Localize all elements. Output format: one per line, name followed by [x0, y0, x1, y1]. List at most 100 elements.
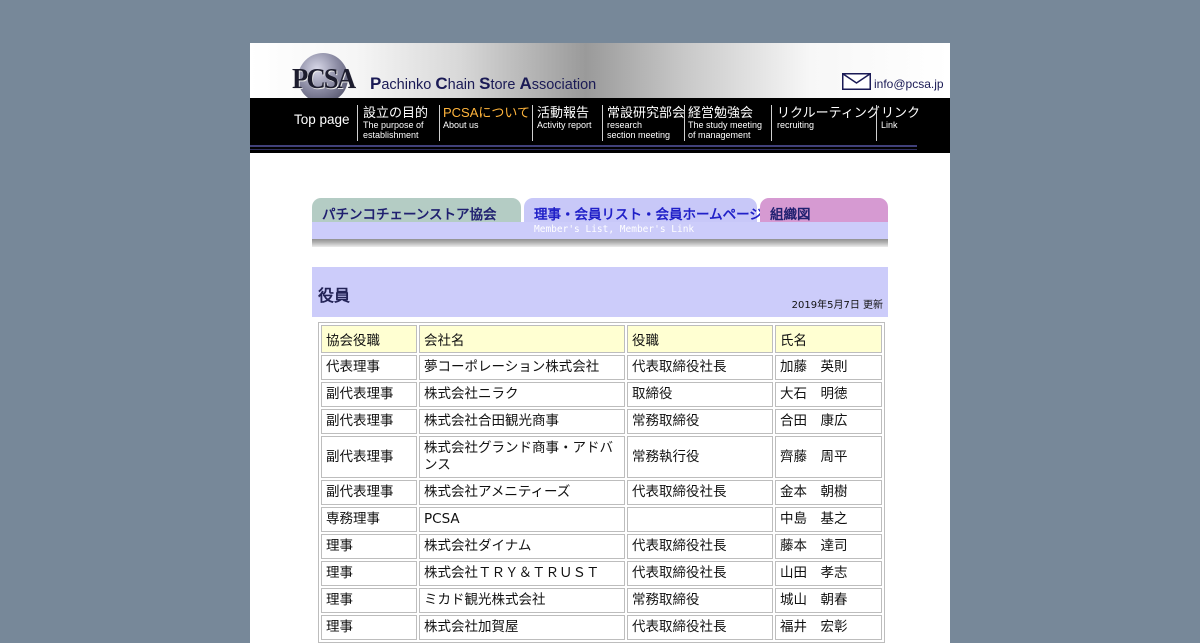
nav-rule — [250, 145, 917, 147]
table-row: 副代表理事 株式会社ニラク 取締役 大石 明徳 — [321, 382, 882, 407]
table-cell: 代表取締役社長 — [627, 480, 773, 505]
table-cell: 加藤 英則 — [775, 355, 882, 380]
table-cell: 合田 康広 — [775, 409, 882, 434]
pcsa-logo[interactable]: PCSA — [292, 53, 356, 103]
tab-shadow-bar — [312, 239, 888, 247]
table-row: 副代表理事 株式会社合田観光商事 常務取締役 合田 康広 — [321, 409, 882, 434]
table-cell: 株式会社ニラク — [419, 382, 625, 407]
section-title: 役員 — [318, 286, 351, 305]
organization-name: Pachinko Chain Store Association — [370, 74, 596, 94]
table-cell: 中島 基之 — [775, 507, 882, 532]
org-name-part: achinko — [381, 77, 436, 93]
table-row: 理事 株式会社ＴＲＹ＆ＴＲＵＳＴ 代表取締役社長 山田 孝志 — [321, 561, 882, 586]
table-cell: 常務取締役 — [627, 409, 773, 434]
section-header: 役員 2019年5月7日 更新 — [312, 267, 888, 317]
table-row: 理事 株式会社ダイナム 代表取締役社長 藤本 達司 — [321, 534, 882, 559]
logo-text: PCSA — [292, 63, 356, 95]
table-header-row: 協会役職 会社名 役職 氏名 — [321, 325, 882, 353]
table-cell: 専務理事 — [321, 507, 417, 532]
nav-divider — [439, 105, 440, 141]
nav-item-purpose[interactable]: 設立の目的 The purpose of establishment — [363, 105, 428, 141]
nav-item-link[interactable]: リンク Link — [881, 105, 920, 141]
table-cell: 副代表理事 — [321, 382, 417, 407]
table-cell: 株式会社合田観光商事 — [419, 409, 625, 434]
nav-top-page[interactable]: Top page — [294, 112, 350, 127]
tab-bar: パチンコチェーンストア協会 理事・会員リスト・会員ホームページ 組織図 Memb… — [312, 198, 888, 250]
table-cell: 取締役 — [627, 382, 773, 407]
org-name-part: hain — [447, 77, 480, 93]
column-header: 役職 — [627, 325, 773, 353]
nav-item-about[interactable]: PCSAについて About us — [443, 105, 530, 141]
table-row: 代表理事 夢コーポレーション株式会社 代表取締役社長 加藤 英則 — [321, 355, 882, 380]
nav-item-sublabel: The study meeting — [688, 120, 763, 130]
table-cell: 城山 朝春 — [775, 588, 882, 613]
table-cell: 副代表理事 — [321, 436, 417, 478]
nav-rule — [250, 149, 917, 150]
table-cell: 副代表理事 — [321, 480, 417, 505]
table-cell: 理事 — [321, 561, 417, 586]
org-name-initial: A — [519, 74, 532, 93]
main-nav: Top page 設立の目的 The purpose of establishm… — [250, 98, 950, 153]
tab-member-list[interactable]: 理事・会員リスト・会員ホームページ — [524, 198, 763, 222]
org-name-part: ssociation — [531, 77, 597, 93]
tab-association[interactable]: パチンコチェーンストア協会 — [312, 198, 521, 222]
email-link[interactable]: info@pcsa.jp — [874, 77, 944, 91]
table-cell: 理事 — [321, 534, 417, 559]
column-header: 協会役職 — [321, 325, 417, 353]
table-cell: 株式会社ダイナム — [419, 534, 625, 559]
table-cell: 金本 朝樹 — [775, 480, 882, 505]
nav-item-sublabel: About us — [443, 120, 479, 130]
table-cell: 代表取締役社長 — [627, 534, 773, 559]
table-cell: 代表理事 — [321, 355, 417, 380]
table-cell: 株式会社アメニティーズ — [419, 480, 625, 505]
nav-item-sublabel: Activity report — [537, 120, 592, 130]
nav-item-label: PCSAについて — [443, 105, 531, 120]
nav-divider — [684, 105, 685, 141]
column-header: 会社名 — [419, 325, 625, 353]
tab-subtitle: Member's List, Member's Link — [534, 224, 695, 235]
table-cell — [627, 507, 773, 532]
table-cell: 常務取締役 — [627, 588, 773, 613]
org-name-initial: P — [370, 74, 382, 93]
table-cell: PCSA — [419, 507, 625, 532]
header-banner: PCSA Pachinko Chain Store Association in… — [250, 43, 950, 103]
nav-item-sublabel: establishment — [363, 130, 419, 140]
nav-item-research[interactable]: 常設研究部会 research section meeting — [607, 105, 685, 141]
table-cell: 福井 宏彰 — [775, 615, 882, 640]
column-header: 氏名 — [775, 325, 882, 353]
table-row: 理事 ミカド観光株式会社 常務取締役 城山 朝春 — [321, 588, 882, 613]
table-cell: 齊藤 周平 — [775, 436, 882, 478]
table-row: 副代表理事 株式会社グランド商事・アドバンス 常務執行役 齊藤 周平 — [321, 436, 882, 478]
tab-org-chart[interactable]: 組織図 — [760, 198, 888, 222]
table-cell: 代表取締役社長 — [627, 561, 773, 586]
table-cell: 副代表理事 — [321, 409, 417, 434]
nav-item-recruiting[interactable]: リクルーティング recruiting — [777, 105, 880, 141]
nav-divider — [876, 105, 877, 141]
table-cell: 理事 — [321, 615, 417, 640]
table-cell: 常務執行役 — [627, 436, 773, 478]
nav-item-sublabel: The purpose of — [363, 120, 424, 130]
table-cell: 代表取締役社長 — [627, 615, 773, 640]
table-row: 副代表理事 株式会社アメニティーズ 代表取締役社長 金本 朝樹 — [321, 480, 882, 505]
envelope-icon[interactable] — [842, 73, 871, 90]
table-body: 代表理事 夢コーポレーション株式会社 代表取締役社長 加藤 英則 副代表理事 株式会社ニラ… — [321, 355, 882, 640]
table-cell: 株式会社加賀屋 — [419, 615, 625, 640]
nav-divider — [771, 105, 772, 141]
updated-date: 2019年5月7日 更新 — [791, 300, 883, 311]
table-cell: 株式会社グランド商事・アドバンス — [419, 436, 625, 478]
nav-divider — [357, 105, 358, 141]
nav-item-label: リンク — [881, 105, 921, 120]
officers-table: 協会役職 会社名 役職 氏名 代表理事 夢コーポレーション株式会社 代表取締役社長 加藤 英… — [318, 322, 885, 643]
org-name-initial: C — [435, 74, 448, 93]
nav-item-study[interactable]: 経営勉強会 The study meeting of management — [688, 105, 762, 141]
nav-item-activity[interactable]: 活動報告 Activity report — [537, 105, 592, 141]
nav-item-sublabel: recruiting — [777, 120, 815, 130]
nav-item-sublabel: research — [607, 120, 643, 130]
nav-item-sublabel: Link — [881, 120, 898, 130]
nav-item-sublabel: of management — [688, 130, 751, 140]
nav-item-label: 常設研究部会 — [607, 105, 686, 120]
table-cell: 夢コーポレーション株式会社 — [419, 355, 625, 380]
nav-item-label: リクルーティング — [777, 105, 880, 120]
table-cell: 山田 孝志 — [775, 561, 882, 586]
table-row: 理事 株式会社加賀屋 代表取締役社長 福井 宏彰 — [321, 615, 882, 640]
